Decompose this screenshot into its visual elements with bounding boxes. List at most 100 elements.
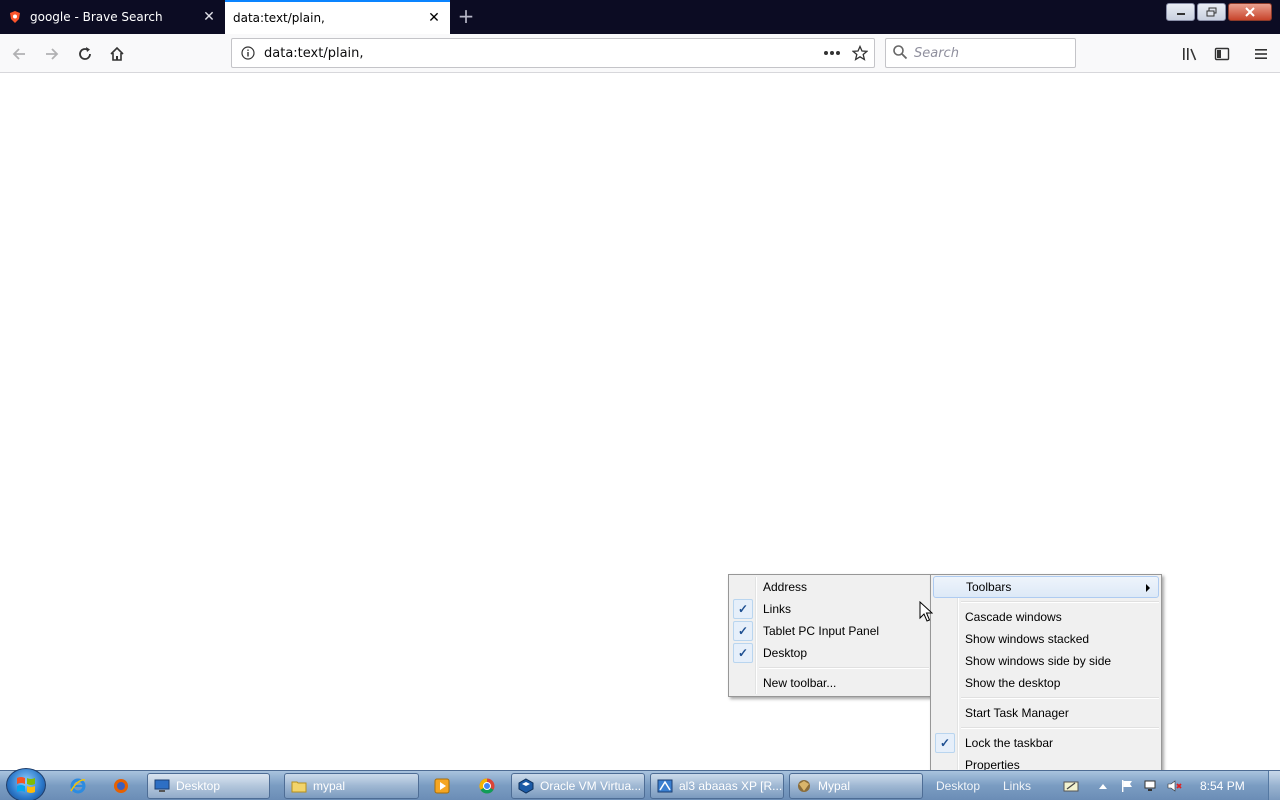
- show-hidden-icons-icon[interactable]: [1096, 777, 1110, 795]
- close-tab-icon[interactable]: ✕: [426, 10, 442, 26]
- menu-item-show-the-desktop[interactable]: Show the desktop: [933, 672, 1159, 694]
- forward-button[interactable]: [37, 39, 67, 69]
- toolbars-submenu: Address ✓ Links ✓ Tablet PC Input Panel …: [728, 574, 932, 697]
- submenu-arrow-icon: [1146, 584, 1150, 592]
- menu-item-label: Start Task Manager: [965, 706, 1069, 720]
- taskbar-button-mypal-folder[interactable]: mypal: [284, 773, 419, 799]
- clock[interactable]: 8:54 PM: [1200, 779, 1245, 793]
- media-player-icon[interactable]: [429, 774, 455, 798]
- menu-item-show-windows-stacked[interactable]: Show windows stacked: [933, 628, 1159, 650]
- reload-icon: [79, 47, 91, 60]
- menu-item-label: Show windows stacked: [965, 632, 1090, 646]
- home-icon: [110, 46, 124, 61]
- action-center-flag-icon[interactable]: [1118, 777, 1136, 795]
- chrome-icon[interactable]: [474, 774, 500, 798]
- menu-item-label: Address: [763, 580, 808, 594]
- tab-title: data:text/plain,: [233, 11, 325, 25]
- windows-logo-icon: [17, 777, 35, 793]
- taskbar-button-label: Mypal: [818, 779, 851, 793]
- menu-item-label: Toolbars: [966, 580, 1012, 594]
- menu-item-start-task-manager[interactable]: Start Task Manager: [933, 702, 1159, 724]
- menu-item-label: Show the desktop: [965, 676, 1061, 690]
- checkmark-icon: ✓: [935, 733, 955, 753]
- show-desktop-button[interactable]: [1268, 771, 1280, 800]
- back-arrow-icon: [12, 48, 25, 60]
- reload-button[interactable]: [70, 39, 100, 69]
- menu-item-tablet-pc-input-panel[interactable]: ✓ Tablet PC Input Panel: [731, 620, 929, 642]
- menu-item-new-toolbar[interactable]: New toolbar...: [731, 672, 929, 694]
- menu-separator: [961, 727, 1159, 729]
- virtualbox-icon: [518, 778, 534, 794]
- links-toolbar-label[interactable]: Links: [1003, 779, 1031, 793]
- menu-item-address[interactable]: Address: [731, 576, 929, 598]
- menu-item-show-windows-side-by-side[interactable]: Show windows side by side: [933, 650, 1159, 672]
- taskbar-button-vm-window[interactable]: al3 abaaas XP [R...: [650, 773, 784, 799]
- firefox-icon[interactable]: [108, 774, 134, 798]
- minimize-button[interactable]: [1166, 3, 1195, 21]
- menu-item-label: Tablet PC Input Panel: [763, 624, 880, 638]
- bookmark-star-icon[interactable]: [846, 39, 874, 67]
- search-input[interactable]: [914, 45, 1075, 61]
- restore-button[interactable]: [1197, 3, 1226, 21]
- desktop-toolbar-label[interactable]: Desktop: [936, 779, 980, 793]
- internet-explorer-icon[interactable]: [65, 774, 91, 798]
- close-window-button[interactable]: [1228, 3, 1272, 21]
- start-button[interactable]: [6, 768, 46, 800]
- window-controls: [1166, 3, 1272, 21]
- taskbar-button-label: Desktop: [176, 779, 221, 793]
- home-button[interactable]: [102, 39, 132, 69]
- menu-separator: [759, 667, 929, 669]
- sidebar-toggle-button[interactable]: [1207, 39, 1237, 69]
- menu-item-label: Cascade windows: [965, 610, 1062, 624]
- page-info-icon[interactable]: [232, 39, 264, 67]
- forward-arrow-icon: [46, 48, 59, 60]
- menu-item-toolbars[interactable]: Toolbars: [933, 576, 1159, 598]
- sidebar-icon: [1214, 47, 1230, 61]
- library-button[interactable]: [1175, 39, 1205, 69]
- checkmark-icon: ✓: [733, 643, 753, 663]
- menu-item-lock-the-taskbar[interactable]: ✓ Lock the taskbar: [933, 732, 1159, 754]
- taskbar-button-label: mypal: [313, 779, 346, 793]
- volume-muted-icon[interactable]: [1166, 777, 1184, 795]
- tab-data-text-plain[interactable]: data:text/plain, ✕: [225, 0, 450, 34]
- vm-window-icon: [657, 779, 673, 793]
- tablet-input-icon[interactable]: [1062, 777, 1080, 795]
- library-icon: [1183, 48, 1197, 61]
- desktop-icon: [154, 779, 170, 792]
- menu-item-desktop[interactable]: ✓ Desktop: [731, 642, 929, 664]
- taskbar-context-menu: Toolbars Cascade windows Show windows st…: [930, 574, 1162, 778]
- brave-lion-icon: [8, 10, 22, 24]
- page-actions-icon[interactable]: [818, 39, 846, 67]
- menu-button[interactable]: [1246, 39, 1276, 69]
- menu-item-links[interactable]: ✓ Links: [731, 598, 929, 620]
- taskbar-button-oracle-vm[interactable]: Oracle VM Virtua...: [511, 773, 645, 799]
- folder-icon: [291, 781, 307, 793]
- hamburger-menu-icon: [1255, 49, 1267, 59]
- back-button[interactable]: [4, 39, 34, 69]
- new-tab-button[interactable]: +: [454, 5, 478, 29]
- network-icon[interactable]: [1142, 777, 1160, 795]
- taskbar-button-desktop[interactable]: Desktop: [147, 773, 270, 799]
- menu-item-label: New toolbar...: [763, 676, 837, 690]
- tab-strip: google - Brave Search ✕ data:text/plain,…: [0, 0, 1280, 34]
- menu-separator: [961, 697, 1159, 699]
- close-tab-icon[interactable]: ✕: [201, 9, 217, 25]
- menu-item-cascade-windows[interactable]: Cascade windows: [933, 606, 1159, 628]
- mypal-icon: [798, 780, 810, 792]
- url-text[interactable]: data:text/plain,: [264, 46, 818, 61]
- checkmark-icon: ✓: [733, 621, 753, 641]
- url-bar[interactable]: data:text/plain,: [231, 38, 875, 68]
- menu-item-label: Links: [763, 602, 792, 616]
- search-bar[interactable]: [885, 38, 1076, 68]
- taskbar-button-mypal[interactable]: Mypal: [789, 773, 923, 799]
- tab-brave-search[interactable]: google - Brave Search ✕: [0, 0, 225, 34]
- tab-title: google - Brave Search: [30, 10, 163, 24]
- taskbar: Desktop mypal Oracle VM Virtua... al3 ab…: [0, 768, 1280, 800]
- menu-item-label: Lock the taskbar: [965, 736, 1054, 750]
- navigation-toolbar: data:text/plain,: [0, 34, 1280, 73]
- taskbar-button-label: al3 abaaas XP [R...: [679, 779, 783, 793]
- mouse-cursor-icon: [919, 601, 933, 622]
- taskbar-button-label: Oracle VM Virtua...: [540, 779, 642, 793]
- search-icon: [892, 44, 908, 63]
- menu-item-label: Desktop: [763, 646, 808, 660]
